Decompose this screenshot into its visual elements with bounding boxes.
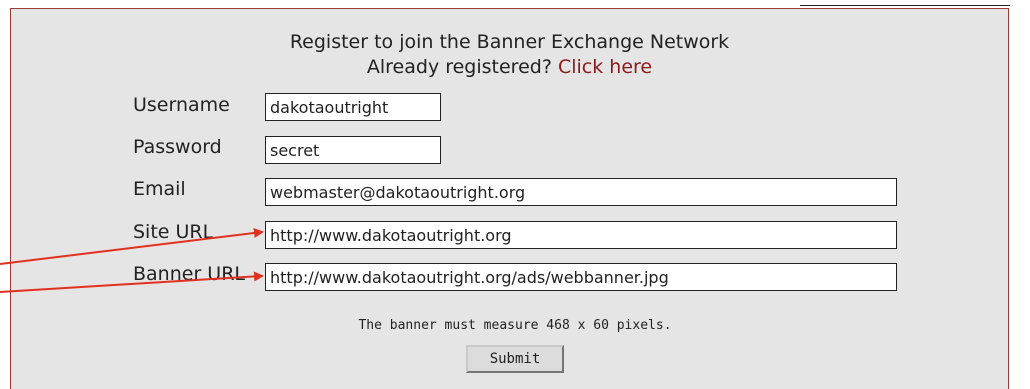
top-edge-line <box>800 0 1010 6</box>
email-label: Email <box>133 178 186 200</box>
banner-size-note: The banner must measure 468 x 60 pixels. <box>358 318 672 333</box>
password-input[interactable] <box>265 136 441 164</box>
submit-button[interactable]: Submit <box>466 345 564 373</box>
site-url-input[interactable] <box>265 221 897 249</box>
email-input[interactable] <box>265 178 897 206</box>
password-label: Password <box>133 136 222 158</box>
click-here-link[interactable]: Click here <box>558 56 652 78</box>
username-label: Username <box>133 94 230 116</box>
site-url-label: Site URL <box>133 221 214 243</box>
username-input[interactable] <box>265 93 441 121</box>
login-prompt: Already registered? Click here <box>11 56 1008 78</box>
banner-url-input[interactable] <box>265 263 897 291</box>
already-registered-text: Already registered? <box>366 56 552 78</box>
banner-url-label: Banner URL <box>133 263 245 285</box>
form-heading: Register to join the Banner Exchange Net… <box>289 31 730 53</box>
